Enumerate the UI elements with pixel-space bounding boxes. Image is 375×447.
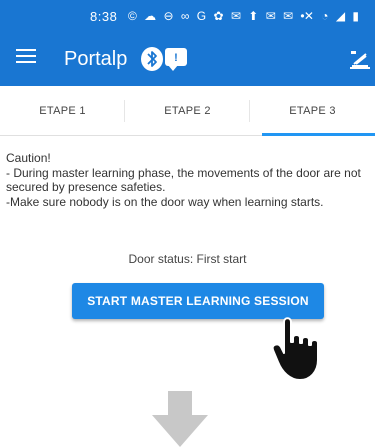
caution-line-2: -Make sure nobody is on the door way whe… <box>6 194 324 209</box>
tab-etape-2[interactable]: ETAPE 2 <box>125 86 250 135</box>
caution-line-1: - During master learning phase, the move… <box>6 165 361 195</box>
status-bar: 8:38 © ☁ ⊖ ∞ G ✿ ✉ ⬆ ✉ ✉ • ✕ ◔ ◢ ▮ <box>0 0 375 34</box>
tab-etape-3[interactable]: ETAPE 3 <box>250 86 375 136</box>
chat-icon: ! <box>165 48 187 71</box>
status-time: 8:38 <box>90 9 118 24</box>
pointing-hand-icon <box>270 312 334 382</box>
caution-message: Caution! - During master learning phase,… <box>6 151 375 209</box>
system-icons: ✕ ◔ ◢ ▮ <box>303 9 361 23</box>
notification-icons: © ☁ ⊖ ∞ G ✿ ✉ ⬆ ✉ ✉ • <box>128 9 307 23</box>
tab-label: ETAPE 1 <box>39 104 86 117</box>
tab-label: ETAPE 3 <box>289 104 336 117</box>
tab-etape-1[interactable]: ETAPE 1 <box>0 86 125 135</box>
down-arrow-icon <box>150 391 210 447</box>
app-bar: Portalp ! <box>0 34 375 86</box>
step-tabs: ETAPE 1 ETAPE 2 ETAPE 3 <box>0 86 375 136</box>
app-title: Portalp <box>64 48 128 70</box>
door-status: Door status: First start <box>128 252 247 266</box>
caution-title: Caution! <box>6 151 51 165</box>
tab-label: ETAPE 2 <box>164 104 211 117</box>
svg-text:!: ! <box>174 52 178 64</box>
bluetooth-icon <box>141 47 163 71</box>
menu-icon[interactable] <box>16 49 36 69</box>
door-icon[interactable] <box>348 48 372 72</box>
